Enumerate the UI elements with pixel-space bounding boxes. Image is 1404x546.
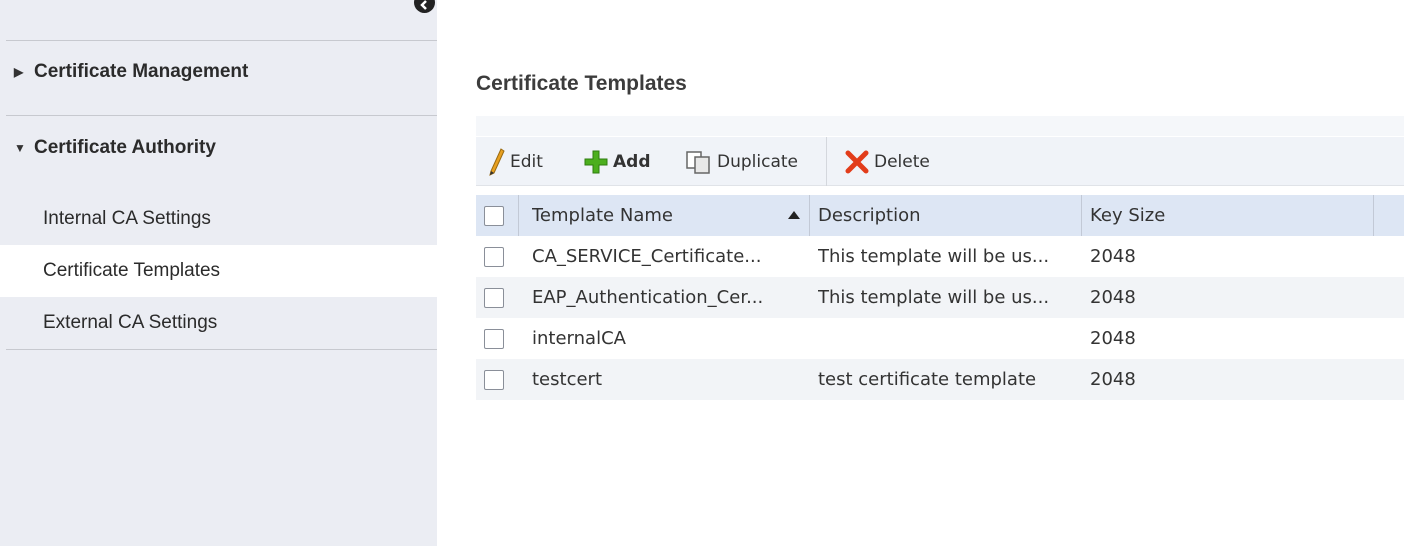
select-all-checkbox[interactable] xyxy=(484,205,504,226)
column-divider xyxy=(809,195,810,236)
duplicate-label: Duplicate xyxy=(717,151,798,172)
column-divider xyxy=(1373,195,1374,236)
cell-description: This template will be us... xyxy=(818,287,1050,308)
page-title: Certificate Templates xyxy=(476,72,687,95)
cell-template-name: EAP_Authentication_Cer... xyxy=(532,287,764,308)
cell-description: test certificate template xyxy=(818,369,1037,390)
divider xyxy=(6,349,437,350)
delete-button[interactable]: Delete xyxy=(844,137,930,186)
table-row[interactable]: CA_SERVICE_Certificate... This template … xyxy=(476,236,1404,277)
table-header-row: Template Name Description Key Size xyxy=(476,195,1404,236)
row-checkbox[interactable] xyxy=(484,287,504,308)
toolbar: Edit Add Duplicate Delete xyxy=(476,137,1404,186)
cell-key-size: 2048 xyxy=(1090,369,1136,390)
delete-label: Delete xyxy=(874,151,930,172)
caret-right-icon: ▶ xyxy=(14,65,24,79)
cell-template-name: internalCA xyxy=(532,328,626,349)
column-divider xyxy=(518,195,519,236)
sidebar-item-certificate-templates[interactable]: Certificate Templates xyxy=(0,245,437,297)
column-header-template-name[interactable]: Template Name xyxy=(532,205,812,226)
row-checkbox[interactable] xyxy=(484,369,504,390)
duplicate-button[interactable]: Duplicate xyxy=(685,137,798,186)
cell-description: This template will be us... xyxy=(818,246,1050,267)
x-icon xyxy=(845,150,869,173)
column-header-description[interactable]: Description xyxy=(818,205,1083,226)
cell-template-name: testcert xyxy=(532,369,602,390)
row-checkbox[interactable] xyxy=(484,246,504,267)
cell-key-size: 2048 xyxy=(1090,246,1136,267)
row-checkbox[interactable] xyxy=(484,328,504,349)
column-divider xyxy=(1081,195,1082,236)
table-row[interactable]: testcert test certificate template 2048 xyxy=(476,359,1404,400)
column-header-key-size[interactable]: Key Size xyxy=(1090,205,1370,226)
sidebar-group-label: Certificate Management xyxy=(34,61,249,82)
caret-down-icon: ▼ xyxy=(14,141,26,155)
sidebar-group-certificate-management[interactable]: ▶ Certificate Management xyxy=(14,61,248,83)
cell-template-name: CA_SERVICE_Certificate... xyxy=(532,246,762,267)
sidebar-group-label: Certificate Authority xyxy=(34,137,216,158)
edit-button[interactable]: Edit xyxy=(488,137,543,186)
pencil-icon xyxy=(489,147,505,176)
toolbar-separator xyxy=(826,137,827,186)
sidebar-group-certificate-authority[interactable]: ▼ Certificate Authority xyxy=(14,137,216,159)
cell-key-size: 2048 xyxy=(1090,328,1136,349)
duplicate-icon xyxy=(686,150,710,174)
sidebar-item-label: Certificate Templates xyxy=(43,260,221,281)
plus-icon xyxy=(584,150,608,173)
cell-key-size: 2048 xyxy=(1090,287,1136,308)
chevron-left-glyph xyxy=(420,0,427,10)
divider xyxy=(6,115,437,116)
sidebar-item-label: External CA Settings xyxy=(43,312,218,333)
table-row[interactable]: internalCA 2048 xyxy=(476,318,1404,359)
sidebar-item-internal-ca-settings[interactable]: Internal CA Settings xyxy=(0,193,437,245)
sidebar: ▶ Certificate Management ▼ Certificate A… xyxy=(0,0,437,546)
add-button[interactable]: Add xyxy=(583,137,651,186)
add-label: Add xyxy=(613,151,651,172)
sidebar-item-external-ca-settings[interactable]: External CA Settings xyxy=(0,297,437,349)
collapse-sidebar-button[interactable] xyxy=(414,0,435,13)
table-row[interactable]: EAP_Authentication_Cer... This template … xyxy=(476,277,1404,318)
divider xyxy=(6,40,437,41)
sort-ascending-icon[interactable] xyxy=(788,211,800,219)
edit-label: Edit xyxy=(510,151,543,172)
title-underline-bar xyxy=(476,116,1404,136)
sidebar-item-label: Internal CA Settings xyxy=(43,208,211,229)
